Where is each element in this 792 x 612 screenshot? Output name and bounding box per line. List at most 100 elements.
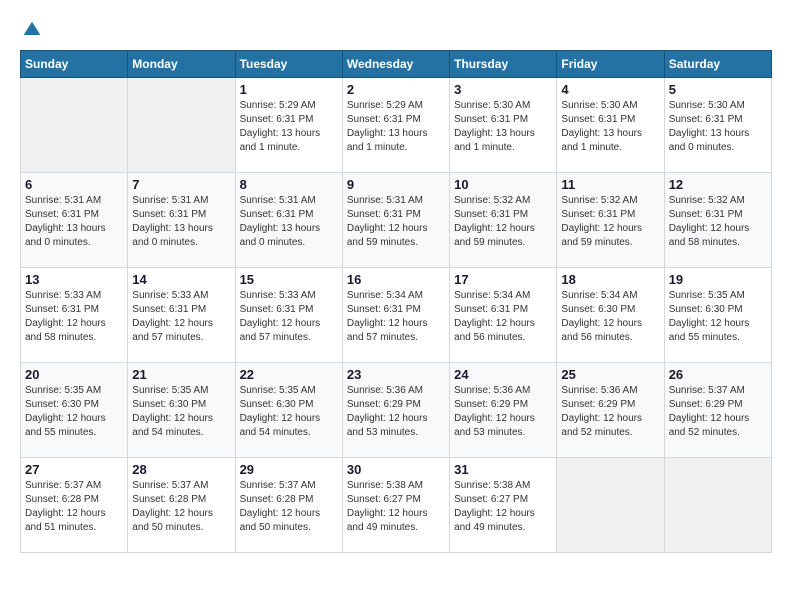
calendar-cell: 30Sunrise: 5:38 AM Sunset: 6:27 PM Dayli… [342,458,449,553]
week-row-4: 20 Sunrise: 5:35 AM Sunset: 6:30 PM Dayli… [21,363,772,458]
day-number: 14 [132,272,230,287]
day-info: Sunrise: 5:36 AM Sunset: 6:29 PM Dayligh… [347,384,445,440]
day-header-saturday: Saturday [664,51,771,78]
page-header [20,20,772,40]
day-info: Sunrise: 5:31 AM Sunset: 6:31 PM Dayligh… [132,194,230,250]
calendar-cell: 1 Sunrise: 5:29 AM Sunset: 6:31 PM Daylig… [235,78,342,173]
day-info: Sunrise: 5:29 AM Sunset: 6:31 PM Dayligh… [240,99,338,155]
calendar-cell: 17 Sunrise: 5:34 AM Sunset: 6:31 PM Dayli… [450,268,557,363]
day-number: 21 [132,367,230,382]
calendar-cell: 20 Sunrise: 5:35 AM Sunset: 6:30 PM Dayli… [21,363,128,458]
week-row-2: 6 Sunrise: 5:31 AM Sunset: 6:31 PM Daylig… [21,173,772,268]
day-info: Sunrise: 5:35 AM Sunset: 6:30 PM Dayligh… [240,384,338,440]
day-number: 28 [132,462,230,477]
day-info: Sunrise: 5:33 AM Sunset: 6:31 PM Dayligh… [240,289,338,345]
calendar-cell: 18Sunrise: 5:34 AM Sunset: 6:30 PM Dayli… [557,268,664,363]
day-number: 19 [669,272,767,287]
calendar-cell: 15 Sunrise: 5:33 AM Sunset: 6:31 PM Dayli… [235,268,342,363]
day-header-tuesday: Tuesday [235,51,342,78]
calendar-cell: 22 Sunrise: 5:35 AM Sunset: 6:30 PM Dayli… [235,363,342,458]
calendar-cell [664,458,771,553]
day-info: Sunrise: 5:37 AM Sunset: 6:28 PM Dayligh… [25,479,123,535]
day-number: 5 [669,82,767,97]
calendar-table: SundayMondayTuesdayWednesdayThursdayFrid… [20,50,772,553]
logo-icon [22,20,42,40]
day-info: Sunrise: 5:34 AM Sunset: 6:30 PM Dayligh… [561,289,659,345]
day-number: 6 [25,177,123,192]
day-info: Sunrise: 5:32 AM Sunset: 6:31 PM Dayligh… [669,194,767,250]
day-number: 16 [347,272,445,287]
day-number: 2 [347,82,445,97]
day-info: Sunrise: 5:37 AM Sunset: 6:28 PM Dayligh… [132,479,230,535]
day-number: 22 [240,367,338,382]
day-number: 8 [240,177,338,192]
day-info: Sunrise: 5:33 AM Sunset: 6:31 PM Dayligh… [132,289,230,345]
day-info: Sunrise: 5:36 AM Sunset: 6:29 PM Dayligh… [561,384,659,440]
day-number: 9 [347,177,445,192]
calendar-cell: 4 Sunrise: 5:30 AM Sunset: 6:31 PM Daylig… [557,78,664,173]
day-info: Sunrise: 5:35 AM Sunset: 6:30 PM Dayligh… [25,384,123,440]
calendar-cell: 25 Sunrise: 5:36 AM Sunset: 6:29 PM Dayli… [557,363,664,458]
logo [20,20,42,40]
calendar-cell: 11 Sunrise: 5:32 AM Sunset: 6:31 PM Dayli… [557,173,664,268]
day-info: Sunrise: 5:37 AM Sunset: 6:28 PM Dayligh… [240,479,338,535]
day-number: 25 [561,367,659,382]
day-number: 3 [454,82,552,97]
day-number: 11 [561,177,659,192]
calendar-cell: 14 Sunrise: 5:33 AM Sunset: 6:31 PM Dayli… [128,268,235,363]
day-info: Sunrise: 5:31 AM Sunset: 6:31 PM Dayligh… [25,194,123,250]
day-info: Sunrise: 5:37 AM Sunset: 6:29 PM Dayligh… [669,384,767,440]
day-number: 20 [25,367,123,382]
day-info: Sunrise: 5:38 AM Sunset: 6:27 PM Dayligh… [454,479,552,535]
calendar-cell: 31 Sunrise: 5:38 AM Sunset: 6:27 PM Dayli… [450,458,557,553]
day-info: Sunrise: 5:30 AM Sunset: 6:31 PM Dayligh… [561,99,659,155]
calendar-cell: 27 Sunrise: 5:37 AM Sunset: 6:28 PM Dayli… [21,458,128,553]
calendar-cell: 10 Sunrise: 5:32 AM Sunset: 6:31 PM Dayli… [450,173,557,268]
calendar-cell: 29Sunrise: 5:37 AM Sunset: 6:28 PM Dayli… [235,458,342,553]
calendar-cell: 9Sunrise: 5:31 AM Sunset: 6:31 PM Daylig… [342,173,449,268]
day-info: Sunrise: 5:32 AM Sunset: 6:31 PM Dayligh… [561,194,659,250]
calendar-cell: 6 Sunrise: 5:31 AM Sunset: 6:31 PM Daylig… [21,173,128,268]
day-info: Sunrise: 5:35 AM Sunset: 6:30 PM Dayligh… [669,289,767,345]
day-header-wednesday: Wednesday [342,51,449,78]
calendar-cell: 3 Sunrise: 5:30 AM Sunset: 6:31 PM Daylig… [450,78,557,173]
day-info: Sunrise: 5:33 AM Sunset: 6:31 PM Dayligh… [25,289,123,345]
calendar-cell: 13Sunrise: 5:33 AM Sunset: 6:31 PM Dayli… [21,268,128,363]
calendar-cell: 2Sunrise: 5:29 AM Sunset: 6:31 PM Daylig… [342,78,449,173]
day-info: Sunrise: 5:36 AM Sunset: 6:29 PM Dayligh… [454,384,552,440]
day-number: 12 [669,177,767,192]
day-info: Sunrise: 5:32 AM Sunset: 6:31 PM Dayligh… [454,194,552,250]
day-header-sunday: Sunday [21,51,128,78]
week-row-3: 13Sunrise: 5:33 AM Sunset: 6:31 PM Dayli… [21,268,772,363]
calendar-cell: 23 Sunrise: 5:36 AM Sunset: 6:29 PM Dayli… [342,363,449,458]
day-number: 15 [240,272,338,287]
day-number: 24 [454,367,552,382]
calendar-cell: 16 Sunrise: 5:34 AM Sunset: 6:31 PM Dayli… [342,268,449,363]
calendar-cell: 8Sunrise: 5:31 AM Sunset: 6:31 PM Daylig… [235,173,342,268]
calendar-cell: 26 Sunrise: 5:37 AM Sunset: 6:29 PM Dayli… [664,363,771,458]
calendar-cell: 19 Sunrise: 5:35 AM Sunset: 6:30 PM Dayli… [664,268,771,363]
calendar-cell [557,458,664,553]
day-number: 1 [240,82,338,97]
day-info: Sunrise: 5:34 AM Sunset: 6:31 PM Dayligh… [347,289,445,345]
day-number: 26 [669,367,767,382]
day-info: Sunrise: 5:34 AM Sunset: 6:31 PM Dayligh… [454,289,552,345]
calendar-cell [21,78,128,173]
day-header-friday: Friday [557,51,664,78]
day-number: 7 [132,177,230,192]
day-number: 23 [347,367,445,382]
day-number: 17 [454,272,552,287]
day-number: 31 [454,462,552,477]
day-header-thursday: Thursday [450,51,557,78]
day-header-monday: Monday [128,51,235,78]
calendar-cell: 7 Sunrise: 5:31 AM Sunset: 6:31 PM Daylig… [128,173,235,268]
day-number: 4 [561,82,659,97]
day-info: Sunrise: 5:30 AM Sunset: 6:31 PM Dayligh… [454,99,552,155]
day-info: Sunrise: 5:30 AM Sunset: 6:31 PM Dayligh… [669,99,767,155]
calendar-cell [128,78,235,173]
calendar-cell: 5 Sunrise: 5:30 AM Sunset: 6:31 PM Daylig… [664,78,771,173]
day-number: 30 [347,462,445,477]
day-number: 10 [454,177,552,192]
calendar-cell: 12 Sunrise: 5:32 AM Sunset: 6:31 PM Dayli… [664,173,771,268]
day-number: 27 [25,462,123,477]
